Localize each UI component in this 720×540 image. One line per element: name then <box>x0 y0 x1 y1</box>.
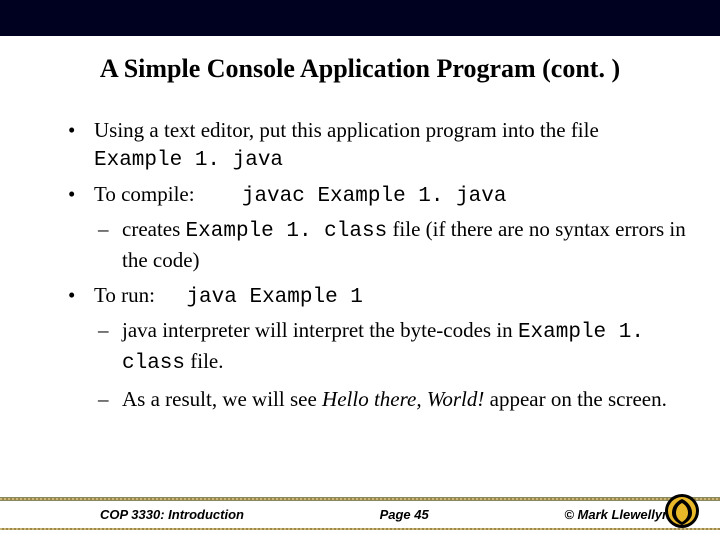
bullet-item: To compile: javac Example 1. java create… <box>50 180 690 275</box>
text: To run: <box>94 283 155 307</box>
bullet-item: Using a text editor, put this applicatio… <box>50 116 690 176</box>
bullet-list: Using a text editor, put this applicatio… <box>50 116 690 413</box>
sub-bullet-item: creates Example 1. class file (if there … <box>94 215 690 275</box>
sub-bullet-list: java interpreter will interpret the byte… <box>94 316 690 413</box>
sub-bullet-list: creates Example 1. class file (if there … <box>94 215 690 275</box>
emphasis-text: Hello there, World! <box>322 387 484 411</box>
sub-bullet-item: java interpreter will interpret the byte… <box>94 316 690 379</box>
code-text: Example 1. java <box>94 149 283 172</box>
text: As a result, we will see <box>122 387 322 411</box>
text: To compile: <box>94 182 195 206</box>
text: appear on the screen. <box>484 387 667 411</box>
sub-bullet-item: As a result, we will see Hello there, Wo… <box>94 385 690 413</box>
code-text: javac Example 1. java <box>242 185 507 208</box>
text: creates <box>122 217 186 241</box>
bullet-item: To run: java Example 1 java interpreter … <box>50 281 690 413</box>
text: java interpreter will interpret the byte… <box>122 318 518 342</box>
code-text: java Example 1 <box>186 286 362 309</box>
text: file. <box>185 349 223 373</box>
code-text: Example 1. class <box>186 220 388 243</box>
top-bar <box>0 0 720 36</box>
copyright: © Mark Llewellyn <box>564 507 670 522</box>
divider <box>0 528 720 530</box>
ucf-logo-icon <box>664 493 700 529</box>
footer: COP 3330: Introduction Page 45 © Mark Ll… <box>0 497 720 530</box>
footer-content: COP 3330: Introduction Page 45 © Mark Ll… <box>0 501 720 528</box>
course-label: COP 3330: Introduction <box>100 507 244 522</box>
text: Using a text editor, put this applicatio… <box>94 118 599 142</box>
slide-content: Using a text editor, put this applicatio… <box>0 96 720 413</box>
page-number: Page 45 <box>380 507 429 522</box>
page-title: A Simple Console Application Program (co… <box>0 36 720 96</box>
